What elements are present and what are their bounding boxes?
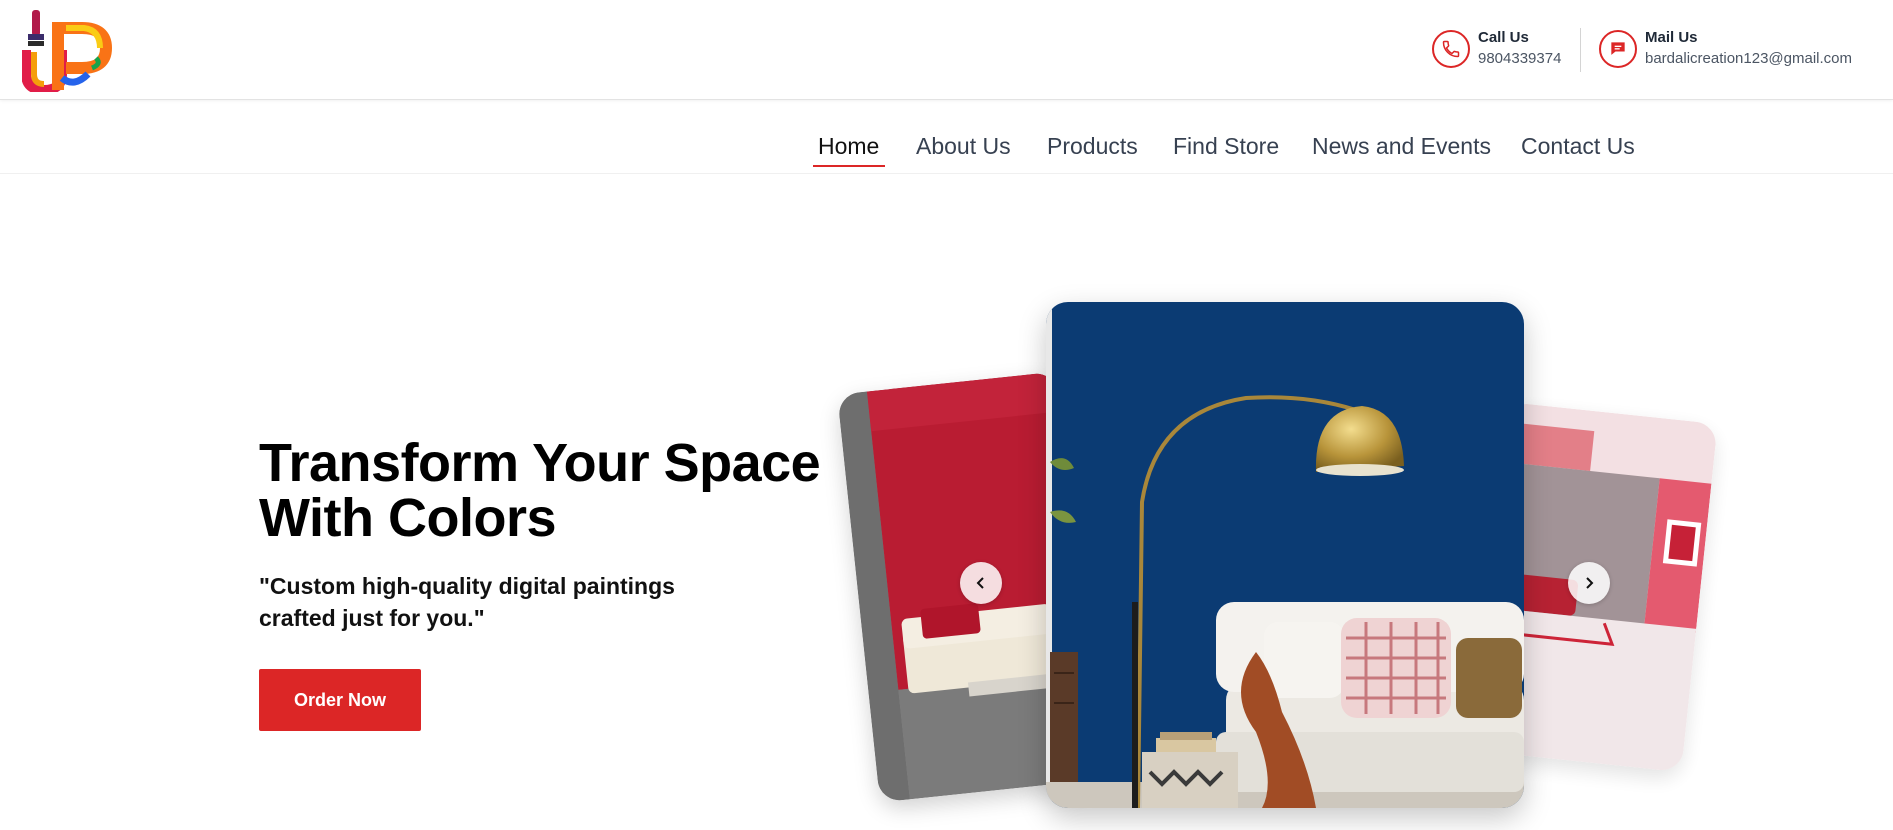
carousel-prev-button[interactable] — [960, 562, 1002, 604]
nav-item-about-us[interactable]: About Us — [916, 132, 1011, 160]
hero-subline: "Custom high-quality digital paintings c… — [259, 570, 719, 634]
brand-logo[interactable] — [21, 8, 116, 96]
call-us-label: Call Us — [1478, 29, 1529, 46]
contact-divider — [1580, 28, 1581, 72]
chevron-right-icon — [1586, 577, 1594, 589]
chevron-left-icon — [976, 577, 984, 589]
nav-item-contact-us[interactable]: Contact Us — [1521, 132, 1635, 160]
carousel-next-button[interactable] — [1568, 562, 1610, 604]
call-us-block[interactable]: Call Us 9804339374 — [1432, 28, 1561, 70]
nav-item-home[interactable]: Home — [818, 132, 879, 160]
hero-headline: Transform Your Space With Colors — [259, 436, 859, 546]
phone-icon — [1432, 30, 1470, 68]
email-address[interactable]: bardalicreation123@gmail.com — [1645, 48, 1852, 70]
nav-item-products[interactable]: Products — [1047, 132, 1138, 160]
nav-item-news-and-events[interactable]: News and Events — [1312, 132, 1491, 160]
blue-room-image — [1046, 302, 1524, 808]
order-now-button[interactable]: Order Now — [259, 669, 421, 731]
mail-us-block[interactable]: Mail Us bardalicreation123@gmail.com — [1599, 28, 1852, 70]
hero-subline-line-2: crafted just for you." — [259, 605, 485, 631]
message-icon — [1599, 30, 1637, 68]
mail-us-label: Mail Us — [1645, 29, 1698, 46]
top-bar: Call Us 9804339374 Mail Us bardalicreati… — [0, 0, 1893, 100]
phone-number[interactable]: 9804339374 — [1478, 48, 1561, 70]
nav-item-find-store[interactable]: Find Store — [1173, 132, 1279, 160]
nav-active-underline — [813, 165, 885, 167]
hero-subline-line-1: "Custom high-quality digital paintings — [259, 573, 675, 599]
hero-headline-line-2: With Colors — [259, 488, 556, 548]
carousel-slide-active[interactable] — [1046, 302, 1524, 808]
hero-headline-line-1: Transform Your Space — [259, 433, 821, 493]
